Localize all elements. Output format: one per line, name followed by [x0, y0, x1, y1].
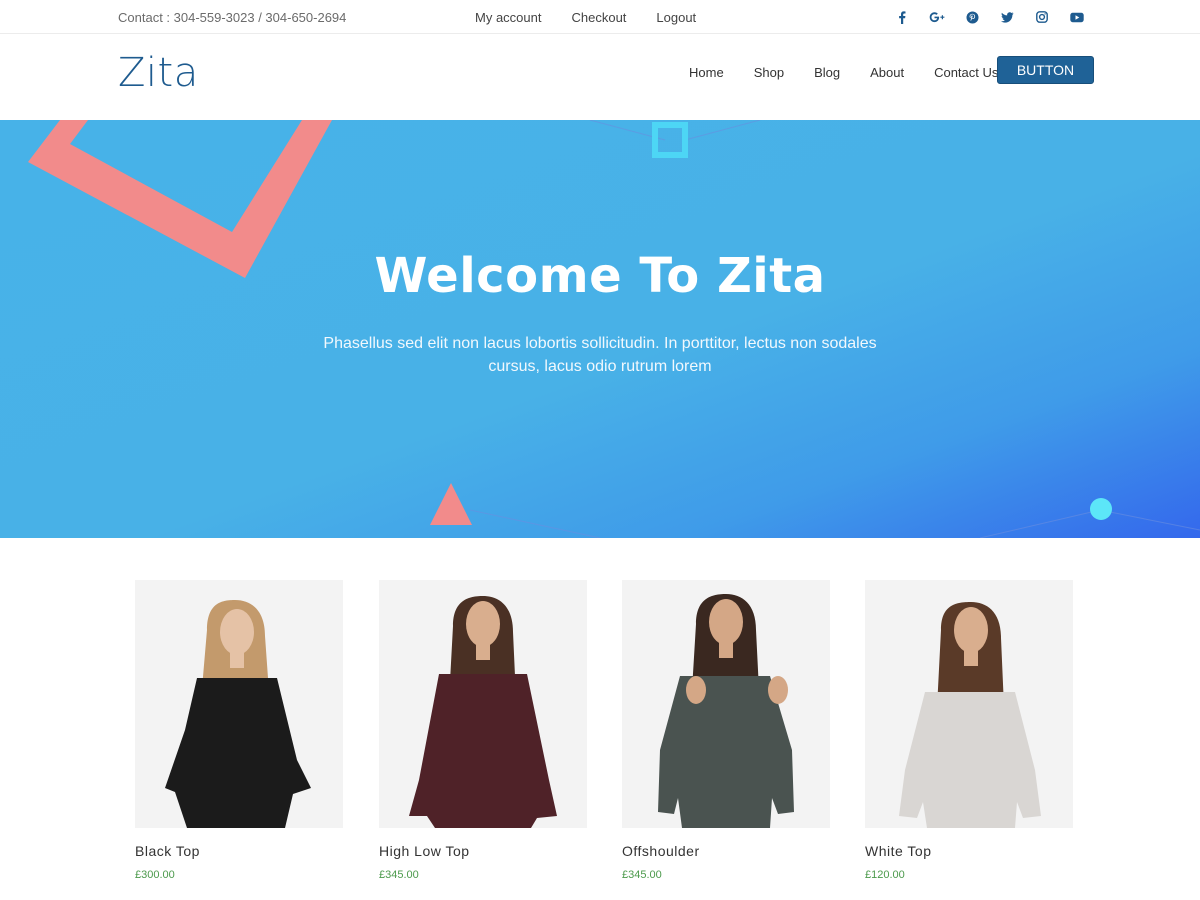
- product-price: £120.00: [865, 869, 905, 881]
- product-name[interactable]: Offshoulder: [622, 843, 700, 859]
- product-image[interactable]: [622, 580, 830, 828]
- model-figure: [899, 602, 1041, 828]
- product-card[interactable]: White Top £120.00: [865, 580, 1073, 881]
- product-price: £345.00: [379, 869, 419, 881]
- product-card[interactable]: Offshoulder £345.00: [622, 580, 830, 881]
- nav-item-about[interactable]: About: [870, 65, 904, 80]
- product-name[interactable]: Black Top: [135, 843, 200, 859]
- product-name[interactable]: White Top: [865, 843, 932, 859]
- pinterest-icon[interactable]: [963, 9, 981, 25]
- site-logo[interactable]: Zita: [118, 50, 199, 96]
- hero-text: Phasellus sed elit non lacus lobortis so…: [323, 335, 877, 375]
- product-card[interactable]: High Low Top £345.00: [379, 580, 587, 881]
- google-plus-icon[interactable]: [928, 9, 946, 25]
- social-links: [893, 9, 1086, 25]
- hero-title: Welcome To Zita: [374, 248, 826, 304]
- nav-item-contact-us[interactable]: Contact Us: [934, 65, 998, 80]
- nav-item-shop[interactable]: Shop: [754, 65, 784, 80]
- pink-triangle-shape: [430, 483, 472, 525]
- checkout-link[interactable]: Checkout: [571, 10, 626, 25]
- product-image[interactable]: [865, 580, 1073, 828]
- cyan-square-shape: [652, 122, 688, 158]
- product-image[interactable]: [379, 580, 587, 828]
- product-card[interactable]: Black Top £300.00: [135, 580, 343, 881]
- product-price: £300.00: [135, 869, 175, 881]
- site-header: Zita Home Shop Blog About Contact Us BUT…: [0, 34, 1200, 120]
- hero-banner: Welcome To Zita Phasellus sed elit non l…: [0, 120, 1200, 538]
- my-account-link[interactable]: My account: [475, 10, 541, 25]
- model-figure: [658, 594, 794, 828]
- product-price: £345.00: [622, 869, 662, 881]
- product-grid: Black Top £300.00 High Low Top £345.00 O…: [135, 580, 1075, 890]
- product-name[interactable]: High Low Top: [379, 843, 470, 859]
- instagram-icon[interactable]: [1033, 9, 1051, 25]
- cyan-circle-shape: [1090, 498, 1112, 520]
- model-figure: [409, 596, 557, 828]
- contact-info: Contact : 304-559-3023 / 304-650-2694: [118, 10, 347, 25]
- product-image[interactable]: [135, 580, 343, 828]
- model-figure: [165, 600, 311, 828]
- nav-item-home[interactable]: Home: [689, 65, 724, 80]
- youtube-icon[interactable]: [1068, 9, 1086, 25]
- nav-item-blog[interactable]: Blog: [814, 65, 840, 80]
- twitter-icon[interactable]: [998, 9, 1016, 25]
- facebook-icon[interactable]: [893, 9, 911, 25]
- hero-decoration: [28, 120, 1200, 538]
- top-bar: Contact : 304-559-3023 / 304-650-2694 My…: [0, 0, 1200, 34]
- header-button[interactable]: BUTTON: [997, 56, 1094, 84]
- main-nav: Home Shop Blog About Contact Us: [689, 65, 998, 80]
- logout-link[interactable]: Logout: [656, 10, 696, 25]
- account-links: My account Checkout Logout: [475, 10, 696, 25]
